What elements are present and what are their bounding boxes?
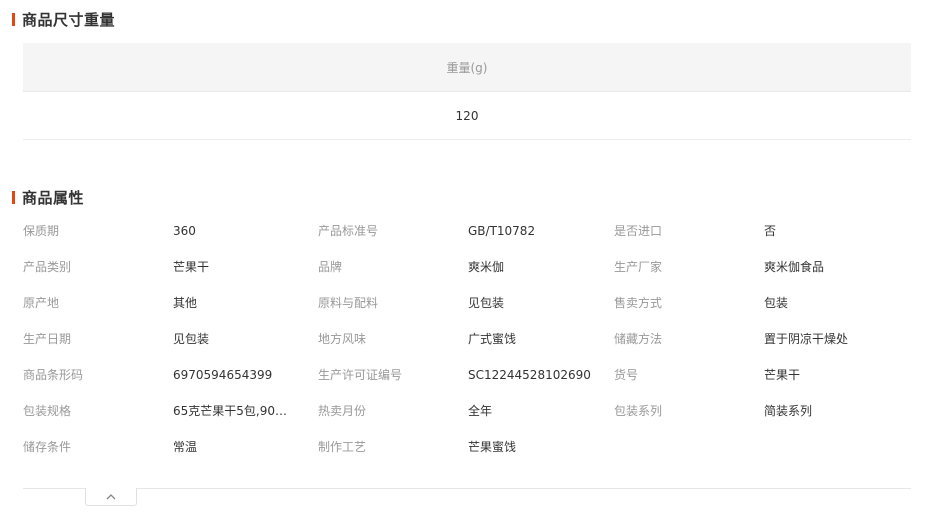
attribute-value: 65克芒果干5包,90克... [173,404,298,418]
attribute-value: 爽米伽 [468,260,505,274]
attribute-value: 见包装 [468,296,505,310]
collapse-button[interactable] [85,488,137,506]
attribute-row: 储存条件 常温 制作工艺 芒果蜜饯 [23,429,923,465]
attribute-value: 简装系列 [764,404,813,418]
attribute-label: 热卖月份 [318,404,367,418]
attribute-value: 见包装 [173,332,210,346]
attribute-value: 全年 [468,404,493,418]
attributes-section-title: 商品属性 [12,188,85,207]
attribute-label: 保质期 [23,224,60,238]
attribute-value: 广式蜜饯 [468,332,517,346]
attribute-label: 售卖方式 [614,296,663,310]
section-title-text: 商品属性 [22,188,85,207]
attribute-label: 产品类别 [23,260,72,274]
section-accent-bar [12,12,15,26]
attribute-row: 产品类别 芒果干 品牌 爽米伽 生产厂家 爽米伽食品 [23,249,923,285]
attribute-label: 原料与配料 [318,296,379,310]
attribute-value: 置于阴凉干燥处 [764,332,849,346]
attribute-value: 芒果干 [173,260,210,274]
attribute-value: 芒果蜜饯 [468,440,517,454]
attribute-value: SC12244528102690 [468,368,591,382]
attribute-label: 地方风味 [318,332,367,346]
section-title-text: 商品尺寸重量 [22,10,116,29]
attribute-label: 生产日期 [23,332,72,346]
attribute-label: 生产厂家 [614,260,663,274]
attribute-label: 品牌 [318,260,343,274]
attribute-label: 包装规格 [23,404,72,418]
attribute-row: 生产日期 见包装 地方风味 广式蜜饯 储藏方法 置于阴凉干燥处 [23,321,923,357]
attribute-label: 货号 [614,368,639,382]
attribute-value: GB/T10782 [468,224,536,238]
attribute-label: 包装系列 [614,404,663,418]
attribute-label: 制作工艺 [318,440,367,454]
attribute-label: 商品条形码 [23,368,84,382]
attribute-row: 包装规格 65克芒果干5包,90克... 热卖月份 全年 包装系列 简装系列 [23,393,923,429]
size-weight-table: 重量(g) 120 [23,43,911,140]
attribute-row: 原产地 其他 原料与配料 见包装 售卖方式 包装 [23,285,923,321]
attribute-value: 360 [173,224,196,238]
section-divider [23,488,911,489]
attribute-label: 储存条件 [23,440,72,454]
attribute-row: 保质期 360 产品标准号 GB/T10782 是否进口 否 [23,213,923,249]
attribute-label: 产品标准号 [318,224,379,238]
attribute-row: 商品条形码 6970594654399 生产许可证编号 SC1224452810… [23,357,923,393]
attribute-label: 原产地 [23,296,60,310]
attribute-label: 是否进口 [614,224,663,238]
weight-column-header: 重量(g) [23,43,911,92]
section-accent-bar [12,190,15,204]
attribute-value: 包装 [764,296,789,310]
attribute-value: 其他 [173,296,198,310]
attribute-value: 否 [764,224,777,238]
attribute-value: 6970594654399 [173,368,273,382]
size-weight-section-title: 商品尺寸重量 [12,10,116,29]
attribute-label: 生产许可证编号 [318,368,403,382]
attribute-value: 常温 [173,440,198,454]
attributes-grid: 保质期 360 产品标准号 GB/T10782 是否进口 否 产品类别 芒果干 … [23,213,923,465]
chevron-up-icon [106,493,116,500]
attribute-label: 储藏方法 [614,332,663,346]
weight-value-cell: 120 [23,92,911,140]
attribute-value: 芒果干 [764,368,801,382]
attribute-value: 爽米伽食品 [764,260,825,274]
